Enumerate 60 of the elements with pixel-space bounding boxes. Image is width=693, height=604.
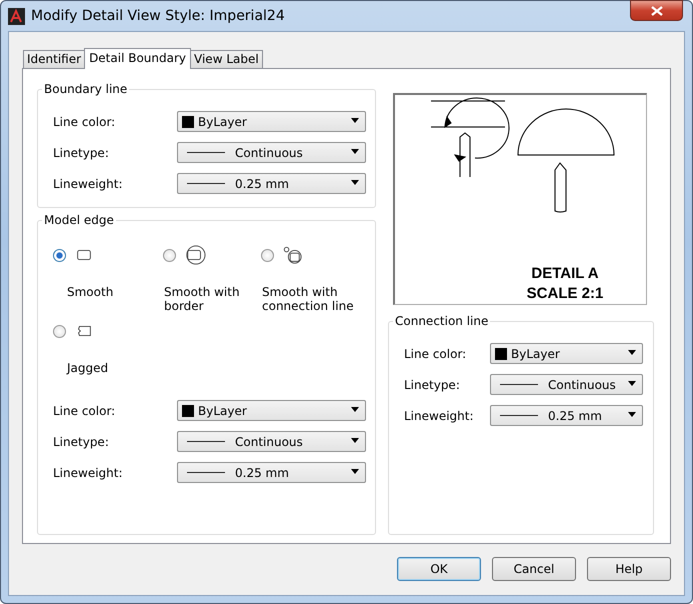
dropdown[interactable]: Continuous <box>177 431 366 452</box>
line-sample-icon <box>500 415 538 416</box>
caret-icon <box>351 406 359 412</box>
dropdown[interactable]: Continuous <box>490 374 643 395</box>
group-title: Model edge <box>42 213 116 228</box>
tab[interactable]: Detail Boundary <box>84 48 192 69</box>
line-sample-icon <box>187 441 225 442</box>
field-label: Line color: <box>53 114 116 130</box>
color-swatch-icon <box>495 348 507 360</box>
dialog-button[interactable]: Cancel <box>492 557 576 581</box>
group-title: Boundary line <box>42 82 130 97</box>
line-sample-icon <box>187 152 225 153</box>
option-label: Smooth with border <box>163 285 241 313</box>
field-label: Lineweight: <box>404 408 475 424</box>
window-title: Modify Detail View Style: Imperial24 <box>31 6 285 26</box>
detail-caption: DETAIL A <box>531 265 599 282</box>
dropdown[interactable]: ByLayer <box>177 400 366 421</box>
field-label: Linetype: <box>53 434 110 450</box>
field-label: Lineweight: <box>53 464 124 482</box>
caret-icon <box>351 180 359 185</box>
dropdown[interactable]: 0.25 mm <box>177 173 366 194</box>
caret-icon <box>351 118 359 123</box>
field-label: Linetype: <box>404 376 461 394</box>
color-swatch-icon <box>182 116 194 128</box>
detail-caption: SCALE 2:1 <box>526 285 604 302</box>
dialog-button[interactable]: Help <box>587 557 671 581</box>
field-label: Linetype: <box>53 144 110 162</box>
dropdown[interactable]: ByLayer <box>490 343 643 364</box>
radio-button[interactable] <box>261 248 274 262</box>
tab[interactable]: View Label <box>190 50 263 68</box>
caret-icon <box>628 350 636 355</box>
tab[interactable]: Identifier <box>23 50 86 68</box>
caret-icon <box>628 412 636 417</box>
app-icon <box>8 8 25 24</box>
close-icon <box>650 6 662 16</box>
line-sample-icon <box>500 384 538 385</box>
radio-button[interactable] <box>53 248 66 262</box>
line-sample-icon <box>187 472 225 473</box>
dropdown[interactable]: 0.25 mm <box>177 462 366 483</box>
radio-button[interactable] <box>163 248 176 262</box>
caret-icon <box>351 468 359 474</box>
option-label: Jagged <box>65 361 110 375</box>
line-sample-icon <box>187 183 225 184</box>
field-label: Lineweight: <box>53 176 124 192</box>
close-button[interactable] <box>630 0 683 21</box>
dropdown[interactable]: Continuous <box>177 142 366 163</box>
radio-button[interactable] <box>53 324 66 338</box>
field-label: Line color: <box>404 346 468 362</box>
caret-icon <box>628 380 636 386</box>
dropdown[interactable]: 0.25 mm <box>490 405 643 426</box>
color-swatch-icon <box>182 404 194 416</box>
edge-style-icon <box>184 245 206 265</box>
option-label: Smooth with connection line <box>261 285 355 313</box>
edge-style-icon <box>282 245 302 265</box>
field-label: Line color: <box>53 402 116 420</box>
option-label: Smooth <box>66 285 114 299</box>
dialog-button[interactable]: OK <box>397 557 481 581</box>
caret-icon <box>351 148 359 154</box>
caret-icon <box>351 438 359 443</box>
dropdown[interactable]: ByLayer <box>177 111 366 132</box>
